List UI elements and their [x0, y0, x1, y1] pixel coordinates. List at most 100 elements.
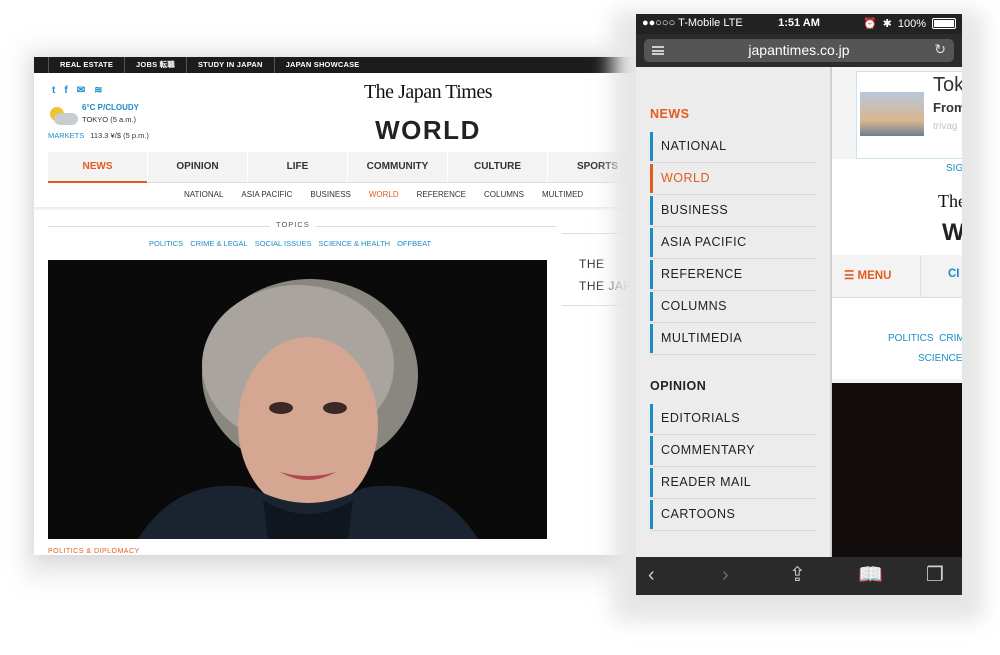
address-bar: japantimes.co.jp ↻ [636, 34, 962, 67]
reload-icon[interactable]: ↻ [934, 41, 946, 58]
topbar-study[interactable]: STUDY IN JAPAN [185, 57, 274, 73]
subnav-asia-pacific[interactable]: ASIA PACIFIC [241, 190, 292, 199]
email-icon[interactable]: ✉ [77, 85, 85, 96]
markets-ticker: MARKETS 113.3 ¥/$ (5 p.m.) [48, 131, 149, 140]
menu-item-asia-pacific[interactable]: ASIA PACIFIC [650, 228, 816, 259]
nav-culture[interactable]: CULTURE [448, 152, 548, 182]
url-field[interactable]: japantimes.co.jp ↻ [644, 39, 954, 62]
hamburger-icon: ☰ [844, 270, 855, 282]
topic-crime[interactable]: CRIME & LEGAL [190, 239, 248, 248]
mobile-topic-politics[interactable]: POLITICS [888, 333, 934, 344]
ad-title: Tok [933, 74, 962, 96]
ad-brand: trivag [933, 121, 958, 132]
mobile-section-title: W [942, 219, 962, 246]
subnav-columns[interactable]: COLUMNS [484, 190, 524, 199]
subnav-business[interactable]: BUSINESS [310, 190, 350, 199]
weather-reading: 6°C P/CLOUDY [82, 103, 139, 112]
weather-city: TOKYO (5 a.m.) [82, 115, 137, 124]
top-utility-bar: REAL ESTATE JOBS 転職 STUDY IN JAPAN JAPAN… [34, 57, 646, 73]
weather-condition: P/CLOUDY [97, 103, 140, 112]
nav-life[interactable]: LIFE [248, 152, 348, 182]
lead-article-photo[interactable] [48, 260, 547, 539]
twitter-icon[interactable]: t [52, 85, 55, 96]
subnav-multimedia[interactable]: MULTIMED [542, 190, 583, 199]
topic-social[interactable]: SOCIAL ISSUES [255, 239, 312, 248]
menu-item-world[interactable]: WORLD [650, 164, 816, 195]
safari-toolbar: ‹ › ⇪ 📖 ❐ [636, 557, 962, 595]
portrait-image [48, 260, 547, 539]
status-bar: ●●○○○ T-Mobile LTE 1:51 AM ⏰ ✱ 100% [636, 14, 962, 34]
topic-science[interactable]: SCIENCE & HEALTH [319, 239, 391, 248]
topbar-real-estate[interactable]: REAL ESTATE [48, 57, 124, 73]
menu-heading-opinion: OPINION [650, 379, 707, 393]
nav-shadow [34, 207, 646, 211]
masthead-logo[interactable]: The Japan Times [334, 81, 522, 104]
facebook-icon[interactable]: f [64, 85, 67, 96]
mobile-lead-photo[interactable] [832, 383, 962, 557]
mobile-masthead: The [938, 191, 962, 211]
mobile-topics-row2: SCIENCE [918, 353, 962, 364]
page-behind-menu: Tok From trivag SIG The W ☰ MENU CI POLI… [832, 67, 962, 557]
partly-cloudy-icon [46, 105, 80, 131]
sub-nav: NATIONAL ASIA PACIFIC BUSINESS WORLD REF… [184, 190, 583, 199]
menu-button[interactable]: ☰ MENU [844, 268, 891, 282]
mobile-topic-crime[interactable]: CRIM [939, 333, 962, 344]
subnav-world[interactable]: WORLD [369, 190, 399, 199]
topic-offbeat[interactable]: OFFBEAT [397, 239, 431, 248]
rss-icon[interactable]: ≋ [94, 85, 102, 96]
battery-indicator: ⏰ ✱ 100% [863, 17, 956, 30]
topics-label: TOPICS [270, 220, 316, 229]
menu-item-commentary[interactable]: COMMENTARY [650, 436, 816, 467]
topbar-jobs[interactable]: JOBS 転職 [124, 57, 186, 73]
tokyo-tower-thumbnail [860, 92, 924, 136]
back-icon[interactable]: ‹ [648, 565, 655, 585]
tabs-icon[interactable]: ❐ [926, 565, 944, 585]
subnav-national[interactable]: NATIONAL [184, 190, 223, 199]
menu-item-editorials[interactable]: EDITORIALS [650, 404, 816, 435]
mobile-topics-row1: POLITICS CRIM [888, 333, 962, 344]
mobile-browser-view: ●●○○○ T-Mobile LTE 1:51 AM ⏰ ✱ 100% japa… [636, 14, 962, 595]
url-text[interactable]: japantimes.co.jp [644, 42, 954, 58]
markets-label[interactable]: MARKETS [48, 131, 84, 140]
hotel-ad[interactable]: Tok From trivag [856, 71, 962, 159]
site-header: t f ✉ ≋ 6°C P/CLOUDY TOKYO (5 a.m.) MARK… [34, 73, 646, 153]
nav-community[interactable]: COMMUNITY [348, 152, 448, 182]
forward-icon[interactable]: › [722, 565, 729, 585]
mobile-topic-science[interactable]: SCIENCE [918, 353, 962, 364]
main-nav: NEWS OPINION LIFE COMMUNITY CULTURE SPOR… [48, 152, 646, 183]
side-menu: NEWS NATIONAL WORLD BUSINESS ASIA PACIFI… [636, 67, 832, 557]
menu-item-business[interactable]: BUSINESS [650, 196, 816, 227]
sign-in-link[interactable]: SIG [946, 163, 962, 174]
ad-subtitle: From [933, 100, 962, 115]
topbar-showcase[interactable]: JAPAN SHOWCASE [273, 57, 371, 73]
menu-heading-news: NEWS [650, 107, 690, 121]
subnav-reference[interactable]: REFERENCE [417, 190, 466, 199]
menu-item-national[interactable]: NATIONAL [650, 132, 816, 163]
stage: REAL ESTATE JOBS 転職 STUDY IN JAPAN JAPAN… [0, 0, 1000, 655]
menu-item-reference[interactable]: REFERENCE [650, 260, 816, 291]
topic-politics[interactable]: POLITICS [149, 239, 183, 248]
mobile-nav-bar: ☰ MENU CI [832, 255, 962, 298]
nav-opinion[interactable]: OPINION [148, 152, 248, 182]
topic-links: POLITICS CRIME & LEGAL SOCIAL ISSUES SCI… [149, 239, 431, 248]
menu-item-multimedia[interactable]: MULTIMEDIA [650, 324, 816, 355]
desktop-browser-view: REAL ESTATE JOBS 転職 STUDY IN JAPAN JAPAN… [34, 57, 646, 555]
nav-news[interactable]: NEWS [48, 152, 148, 183]
mobile-nav-cut-item[interactable]: CI [948, 268, 960, 280]
markets-value: 113.3 ¥/$ (5 p.m.) [90, 131, 149, 140]
battery-icon [932, 18, 956, 29]
menu-label: MENU [857, 270, 892, 282]
battery-percent: 100% [897, 17, 926, 30]
section-title: WORLD [375, 115, 481, 145]
nav-divider [920, 255, 921, 297]
bluetooth-icon: ✱ [882, 18, 892, 30]
menu-item-cartoons[interactable]: CARTOONS [650, 500, 816, 531]
phone-page: NEWS NATIONAL WORLD BUSINESS ASIA PACIFI… [636, 67, 962, 557]
menu-item-reader-mail[interactable]: READER MAIL [650, 468, 816, 499]
bookmarks-icon[interactable]: 📖 [858, 565, 883, 585]
share-icon[interactable]: ⇪ [789, 565, 806, 585]
menu-item-columns[interactable]: COLUMNS [650, 292, 816, 323]
alarm-icon: ⏰ [862, 18, 877, 30]
article-kicker[interactable]: POLITICS & DIPLOMACY [48, 548, 140, 555]
weather-temp: 6°C [82, 103, 96, 112]
